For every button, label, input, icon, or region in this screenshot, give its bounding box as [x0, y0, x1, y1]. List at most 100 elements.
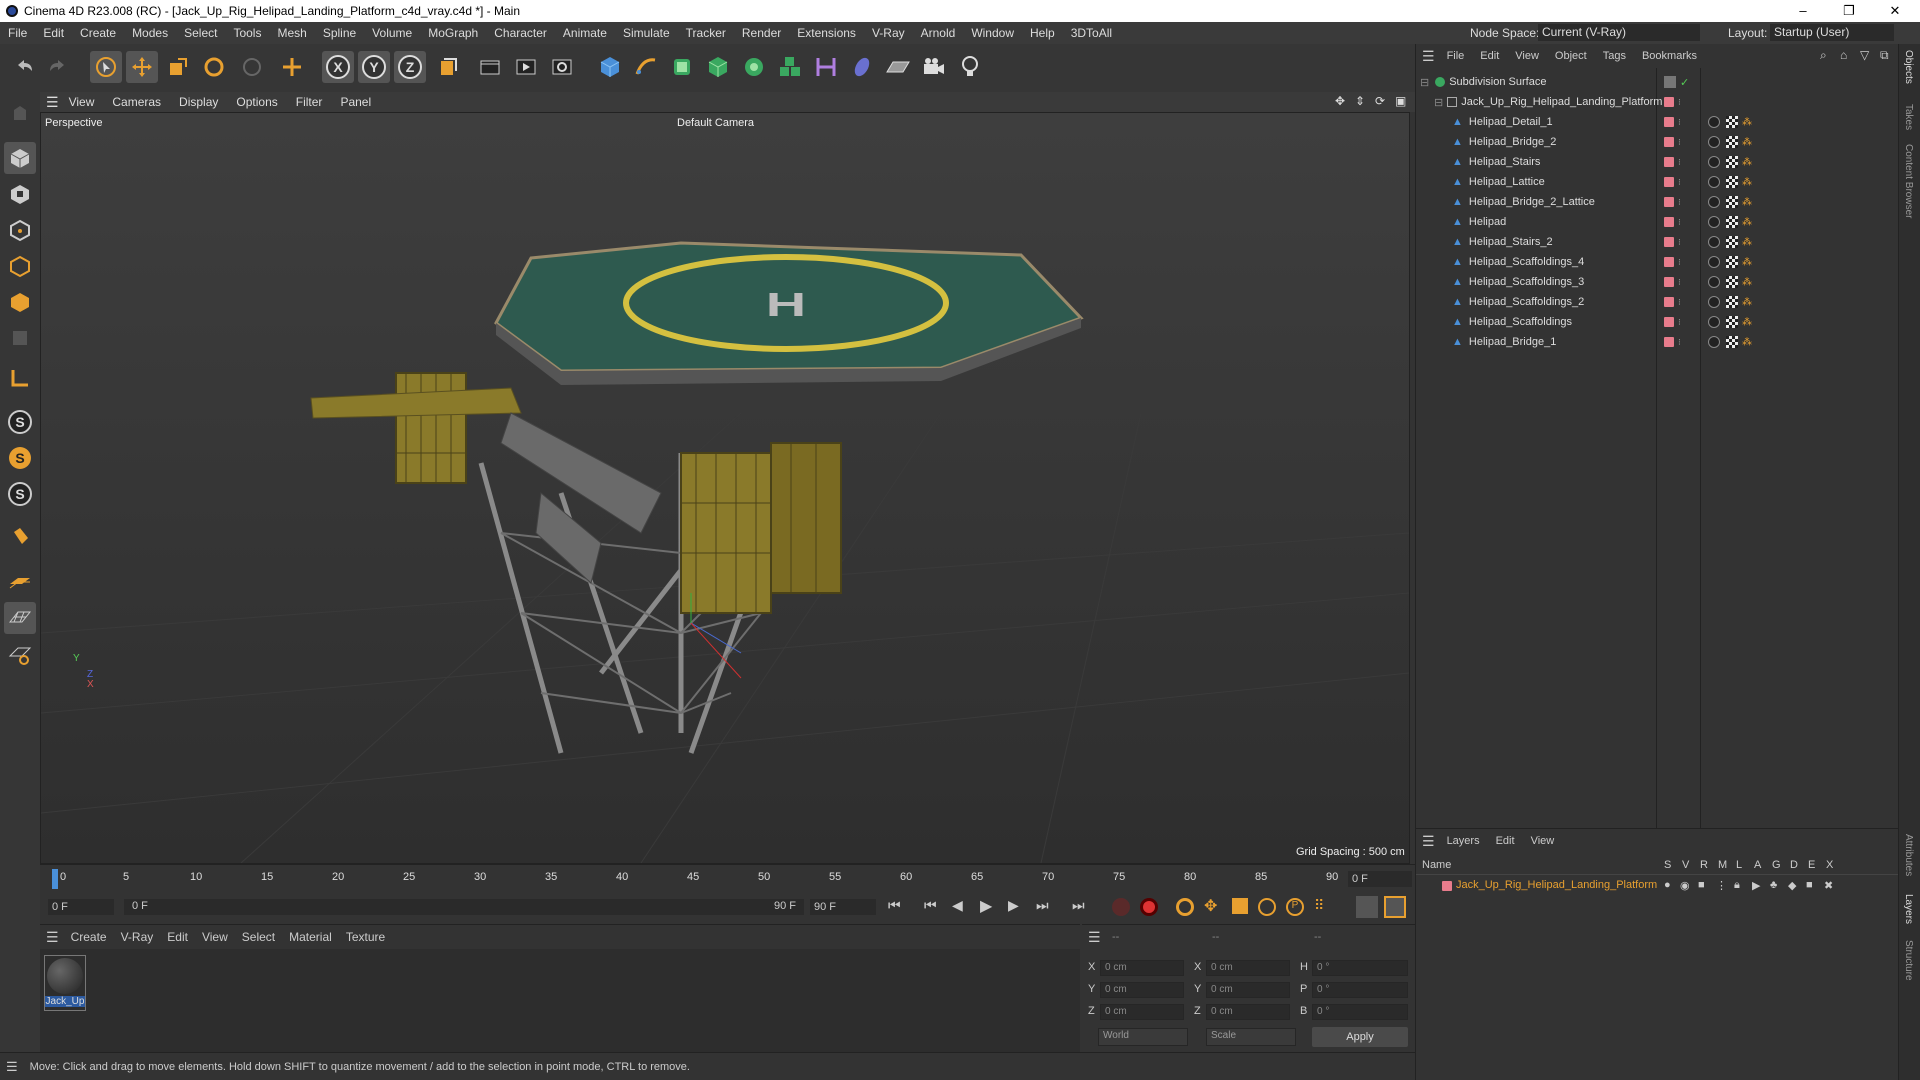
vray-tag-icon[interactable]: ⁂	[1742, 317, 1752, 328]
node-space-dropdown[interactable]: Current (V-Ray)	[1538, 24, 1700, 41]
play-icon[interactable]: ▶	[980, 896, 992, 916]
material-swatch[interactable]: Jack_Up	[44, 955, 86, 1011]
vray-tag-icon[interactable]: ⁂	[1742, 297, 1752, 308]
layer-color-icon[interactable]	[1664, 117, 1674, 127]
search-icon[interactable]: ⌕	[1820, 48, 1827, 63]
layer-color-icon[interactable]	[1442, 881, 1452, 891]
prev-frame-icon[interactable]: ◀	[952, 897, 963, 914]
minimize-button[interactable]: –	[1780, 0, 1826, 22]
layer-color-icon[interactable]	[1664, 237, 1674, 247]
new-window-icon[interactable]: ⧉	[1880, 48, 1889, 63]
visibility-dots-icon[interactable]: ⁝	[1678, 197, 1681, 208]
layer-manager-icon[interactable]: ⋮	[1716, 879, 1727, 892]
uv-mode-icon[interactable]	[4, 322, 36, 354]
layer-menu-layers[interactable]: Layers	[1447, 835, 1480, 847]
viewport-3d[interactable]: Perspective Default Camera H Y Z X Grid …	[40, 112, 1410, 864]
scale-key-icon[interactable]	[1232, 898, 1248, 914]
viewport-rotate-icon[interactable]: ⟳	[1375, 94, 1385, 108]
model-mode-icon[interactable]	[4, 142, 36, 174]
size-y-field[interactable]: 0 cm	[1206, 982, 1290, 998]
rot-p-field[interactable]: 0 °	[1312, 982, 1408, 998]
hamburger-icon[interactable]: ☰	[46, 94, 59, 111]
light-icon[interactable]	[954, 51, 986, 83]
y-axis-icon[interactable]: Y	[358, 51, 390, 83]
playhead[interactable]	[52, 869, 58, 889]
menu-file[interactable]: File	[0, 26, 35, 40]
hamburger-icon[interactable]: ☰	[46, 929, 59, 946]
menu-help[interactable]: Help	[1022, 26, 1063, 40]
polygons-mode-icon[interactable]	[4, 286, 36, 318]
uvw-tag-icon[interactable]	[1726, 196, 1738, 208]
uvw-tag-icon[interactable]	[1726, 216, 1738, 228]
layer-generators-icon[interactable]: ♣	[1770, 879, 1777, 891]
camera-icon[interactable]	[918, 51, 950, 83]
edges-mode-icon[interactable]	[4, 250, 36, 282]
layer-row[interactable]: Jack_Up_Rig_Helipad_Landing_Platform ● ◉…	[1416, 877, 1899, 895]
layer-color-icon[interactable]	[1664, 97, 1674, 107]
pos-z-field[interactable]: 0 cm	[1100, 1004, 1184, 1020]
render-view-icon[interactable]	[510, 51, 542, 83]
next-frame-icon[interactable]: ▶	[1008, 897, 1019, 914]
transform-mode-dropdown[interactable]: Scale	[1206, 1028, 1296, 1046]
visibility-dots-icon[interactable]: ⁝	[1678, 157, 1681, 168]
layer-lock-icon[interactable]: 🔒︎	[1734, 879, 1740, 892]
keyframe-icon[interactable]	[1176, 898, 1194, 916]
object-row[interactable]: ▲ Helipad_Stairs ⁝ ⁂	[1416, 152, 1899, 172]
live-select-icon[interactable]	[236, 51, 268, 83]
uvw-tag-icon[interactable]	[1726, 136, 1738, 148]
go-to-start-icon[interactable]: ⏮	[888, 897, 901, 914]
visibility-dots-icon[interactable]: ⁝	[1678, 237, 1681, 248]
viewport-menu-display[interactable]: Display	[179, 95, 218, 109]
apply-button[interactable]: Apply	[1312, 1027, 1408, 1047]
layer-expressions-icon[interactable]: ■	[1806, 879, 1813, 891]
layer-color-icon[interactable]	[1664, 317, 1674, 327]
hamburger-icon[interactable]: ☰	[6, 1059, 18, 1075]
menu-create[interactable]: Create	[72, 26, 124, 40]
material-tag-icon[interactable]	[1708, 296, 1720, 308]
material-tag-icon[interactable]	[1708, 176, 1720, 188]
menu-edit[interactable]: Edit	[35, 26, 72, 40]
vray-tag-icon[interactable]: ⁂	[1742, 157, 1752, 168]
size-z-field[interactable]: 0 cm	[1206, 1004, 1290, 1020]
object-row[interactable]: ▲ Helipad_Scaffoldings ⁝ ⁂	[1416, 312, 1899, 332]
select-tool-icon[interactable]	[90, 51, 122, 83]
magnet-icon[interactable]	[4, 522, 36, 554]
deformer-icon[interactable]	[810, 51, 842, 83]
move-tool-icon[interactable]	[126, 51, 158, 83]
viewport-zoom-icon[interactable]: ⇕	[1355, 94, 1365, 108]
position-key-icon[interactable]: ✥	[1204, 896, 1217, 916]
menu-modes[interactable]: Modes	[124, 26, 176, 40]
uvw-tag-icon[interactable]	[1726, 156, 1738, 168]
field-icon[interactable]	[846, 51, 878, 83]
viewport-menu-panel[interactable]: Panel	[340, 95, 371, 109]
obj-menu-bookmarks[interactable]: Bookmarks	[1642, 50, 1697, 62]
obj-menu-tags[interactable]: Tags	[1603, 50, 1626, 62]
current-frame-field[interactable]: 0 F	[1348, 871, 1412, 887]
material-tag-icon[interactable]	[1708, 256, 1720, 268]
menu-extensions[interactable]: Extensions	[789, 26, 864, 40]
point-level-key-icon[interactable]: ⠿	[1314, 897, 1324, 914]
create-icon[interactable]	[276, 51, 308, 83]
obj-menu-edit[interactable]: Edit	[1480, 50, 1499, 62]
close-button[interactable]: ✕	[1872, 0, 1918, 22]
vray-tag-icon[interactable]: ⁂	[1742, 197, 1752, 208]
tab-attributes[interactable]: Attributes	[1903, 834, 1914, 876]
z-axis-icon[interactable]: Z	[394, 51, 426, 83]
visibility-dots-icon[interactable]: ⁝	[1678, 137, 1681, 148]
pos-y-field[interactable]: 0 cm	[1100, 982, 1184, 998]
pos-x-field[interactable]: 0 cm	[1100, 960, 1184, 976]
material-tag-icon[interactable]	[1708, 316, 1720, 328]
layer-menu-edit[interactable]: Edit	[1496, 835, 1515, 847]
object-row[interactable]: ▲ Helipad_Detail_1 ⁝ ⁂	[1416, 112, 1899, 132]
menu-character[interactable]: Character	[486, 26, 555, 40]
uvw-tag-icon[interactable]	[1726, 236, 1738, 248]
uvw-tag-icon[interactable]	[1726, 116, 1738, 128]
layer-menu-view[interactable]: View	[1531, 835, 1555, 847]
vray-tag-icon[interactable]: ⁂	[1742, 277, 1752, 288]
vray-tag-icon[interactable]: ⁂	[1742, 117, 1752, 128]
material-tag-icon[interactable]	[1708, 236, 1720, 248]
vray-tag-icon[interactable]: ⁂	[1742, 177, 1752, 188]
visibility-dots-icon[interactable]: ⁝	[1678, 337, 1681, 348]
vray-tag-icon[interactable]: ⁂	[1742, 257, 1752, 268]
object-row[interactable]: ▲ Helipad_Bridge_1 ⁝ ⁂	[1416, 332, 1899, 352]
